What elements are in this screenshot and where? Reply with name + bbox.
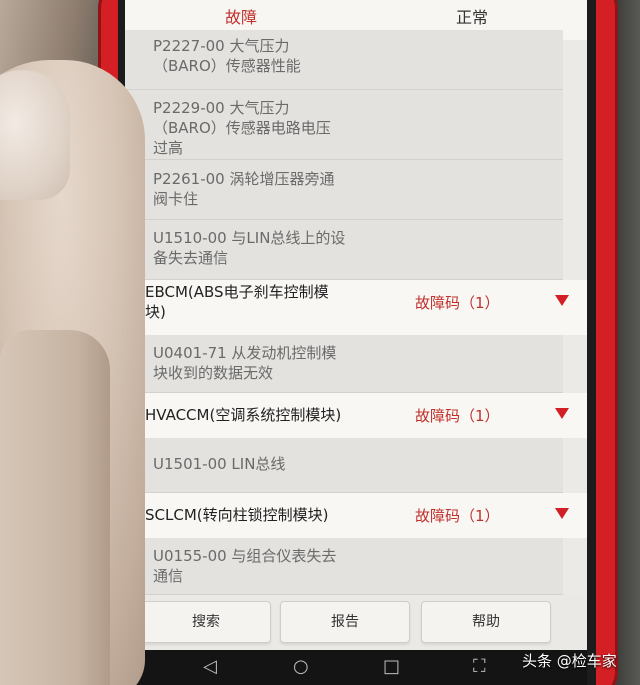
list-item[interactable]: U1510-00 与LIN总线上的设 备失去通信 (125, 220, 563, 280)
palm (0, 330, 110, 685)
fault-code-line: U1501-00 LIN总线 (153, 455, 286, 473)
module-name-line: SCLCM(转向柱锁控制模块) (145, 506, 329, 524)
back-icon[interactable]: ◁ (203, 656, 217, 677)
fault-code-line: 过高 (153, 139, 184, 157)
module-header-sclcm[interactable]: SCLCM(转向柱锁控制模块) 故障码（1） (145, 493, 587, 538)
recent-apps-icon[interactable]: □ (383, 656, 400, 677)
bottom-toolbar: 搜索 报告 帮助 (125, 595, 587, 650)
list-item[interactable]: U0401-71 从发动机控制模 块收到的数据无效 (125, 335, 563, 393)
home-icon[interactable]: ○ (293, 656, 309, 677)
expand-arrow-icon[interactable] (555, 508, 569, 519)
help-button[interactable]: 帮助 (421, 601, 551, 643)
list-item[interactable]: P2229-00 大气压力 （BARO）传感器电路电压 过高 (125, 90, 563, 160)
report-button[interactable]: 报告 (280, 601, 410, 643)
module-name-line: HVACCM(空调系统控制模块) (145, 406, 342, 424)
watermark: 头条 @检车家 (522, 652, 617, 670)
fault-code-line: U0401-71 从发动机控制模 (153, 344, 337, 362)
fault-code-line: P2261-00 涡轮增压器旁通 (153, 170, 335, 188)
fault-code-line: U0155-00 与组合仪表失去 (153, 547, 337, 565)
android-nav-bar: ◁ ○ □ ⛶ (125, 650, 587, 685)
expand-arrow-icon[interactable] (555, 408, 569, 419)
fault-code-line: 通信 (153, 567, 184, 585)
fault-code-line: 块收到的数据无效 (153, 364, 274, 382)
list-item[interactable]: U1501-00 LIN总线 (125, 438, 563, 493)
fault-code-line: 阀卡住 (153, 190, 199, 208)
list-item[interactable]: P2261-00 涡轮增压器旁通 阀卡住 (125, 160, 563, 220)
thumbnail-nail (0, 70, 70, 200)
fault-count: 故障码（1） (415, 294, 500, 312)
module-header-ebcm[interactable]: EBCM(ABS电子刹车控制模 块) 故障码（1） (145, 280, 587, 335)
module-name: EBCM(ABS电子刹车控制模 块) (145, 282, 395, 322)
module-header-hvaccm[interactable]: HVACCM(空调系统控制模块) 故障码（1） (145, 393, 587, 438)
fault-count: 故障码（1） (415, 407, 500, 425)
search-button[interactable]: 搜索 (141, 601, 271, 643)
device-screen: 故障 正常 P2227-00 大气压力 （BARO）传感器性能 P2229-00… (125, 0, 587, 650)
fault-code-line: P2229-00 大气压力 (153, 99, 290, 117)
module-name: SCLCM(转向柱锁控制模块) (145, 505, 395, 525)
expand-arrow-icon[interactable] (555, 295, 569, 306)
list-item[interactable]: U0155-00 与组合仪表失去 通信 (125, 538, 563, 595)
fault-code-line: U1510-00 与LIN总线上的设 (153, 229, 346, 247)
list-item[interactable]: P2227-00 大气压力 （BARO）传感器性能 (125, 30, 563, 90)
fault-code-line: P2227-00 大气压力 (153, 37, 290, 55)
module-name: HVACCM(空调系统控制模块) (145, 405, 395, 425)
screenshot-icon[interactable]: ⛶ (473, 656, 486, 677)
fault-code-line: （BARO）传感器性能 (153, 57, 301, 75)
fault-count: 故障码（1） (415, 507, 500, 525)
fault-code-line: （BARO）传感器电路电压 (153, 119, 331, 137)
fault-code-line: 备失去通信 (153, 249, 229, 267)
module-name-line: 块) (145, 303, 166, 321)
module-name-line: EBCM(ABS电子刹车控制模 (145, 283, 329, 301)
photo-scene: 故障 正常 P2227-00 大气压力 （BARO）传感器性能 P2229-00… (0, 0, 640, 685)
